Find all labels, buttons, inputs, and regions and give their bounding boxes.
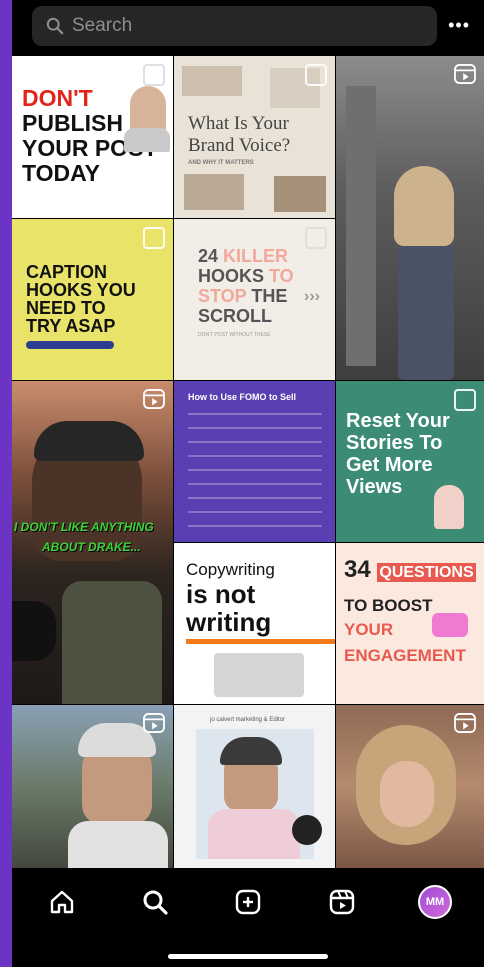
grid-post-jo-calvert[interactable]: jo calvert marketing & Editor <box>174 705 335 868</box>
video-caption: ABOUT DRAKE... <box>42 540 141 554</box>
chat-bubble-icon <box>432 613 468 637</box>
post-text-line: SCROLL <box>198 306 272 326</box>
elevator-wall <box>346 86 376 366</box>
post-text-line: HOOKS TO <box>198 266 294 286</box>
post-text-line: Get More <box>346 454 433 476</box>
person-shirt <box>208 809 300 859</box>
photo-collage <box>184 174 244 210</box>
carousel-icon <box>143 64 165 86</box>
text-lines <box>188 413 322 531</box>
grid-post-fomo[interactable]: How to Use FOMO to Sell <box>174 381 335 542</box>
microphone <box>12 601 56 661</box>
profile-avatar: MM <box>418 885 452 919</box>
top-bar: Search ••• <box>12 0 484 56</box>
home-indicator <box>168 954 328 959</box>
post-text-line: TODAY <box>22 160 100 186</box>
grid-post-caption-hooks[interactable]: CAPTION HOOKS YOU NEED TO TRY ASAP <box>12 219 173 380</box>
carousel-icon <box>305 227 327 249</box>
post-text-line: 34 QUESTIONS <box>344 556 476 583</box>
photo-collage <box>182 66 242 96</box>
accent-line <box>186 639 335 644</box>
post-text-line: ENGAGEMENT <box>344 646 466 665</box>
photo-collage <box>274 176 326 212</box>
nav-profile[interactable]: MM <box>417 884 453 920</box>
grid-post-killer-hooks[interactable]: 24 KILLER HOOKS TO STOP THE SCROLL ››› D… <box>174 219 335 380</box>
person-jeans <box>398 246 454 380</box>
carousel-icon <box>305 64 327 86</box>
reels-icon <box>329 889 355 915</box>
person-image <box>394 166 454 246</box>
grid-post-brand-voice[interactable]: What Is Your Brand Voice? AND WHY IT MAT… <box>174 56 335 218</box>
nav-create[interactable] <box>230 884 266 920</box>
person-hat <box>34 421 144 461</box>
reel-icon <box>143 713 165 733</box>
search-icon <box>46 17 64 35</box>
grid-post-helmet-reel[interactable] <box>12 705 173 868</box>
grid-post-drake-reel[interactable]: I DON'T LIKE ANYTHING ABOUT DRAKE... <box>12 381 173 704</box>
create-icon <box>235 889 261 915</box>
post-text-line: PUBLISH <box>22 110 123 136</box>
post-subtitle: AND WHY IT MATTERS <box>188 160 254 166</box>
post-text-line: 24 KILLER <box>198 246 289 266</box>
post-text-line: STOP THE <box>198 286 288 306</box>
post-subtitle: DON'T POST WITHOUT THESE <box>198 332 271 338</box>
search-placeholder: Search <box>72 15 133 36</box>
nav-home[interactable] <box>44 884 80 920</box>
post-title: How to Use FOMO to Sell <box>188 392 297 402</box>
post-text-line: TRY ASAP <box>26 316 116 336</box>
reel-icon <box>143 389 165 409</box>
reel-icon <box>454 64 476 84</box>
search-icon <box>143 890 168 915</box>
grid-post-reset-stories[interactable]: Reset Your Stories To Get More Views <box>336 381 484 542</box>
search-bar[interactable]: Search <box>32 6 437 46</box>
laptop-image <box>214 653 304 697</box>
grid-post-elevator-reel[interactable] <box>336 56 484 380</box>
post-tag-pill <box>26 341 114 349</box>
grid-post-dont-publish[interactable]: DON'T PUBLISH YOUR POST TODAY <box>12 56 173 218</box>
grid-post-copywriting[interactable]: Copywriting is not writing <box>174 543 335 704</box>
arrow-icon: ››› <box>304 288 320 305</box>
reel-icon <box>454 713 476 733</box>
grid-post-woman-reel[interactable] <box>336 705 484 868</box>
post-text-line: Views <box>346 476 403 498</box>
nav-reels[interactable] <box>324 884 360 920</box>
person-shirt <box>68 821 168 868</box>
video-caption: I DON'T LIKE ANYTHING <box>14 520 154 534</box>
post-text-line: Brand Voice? <box>188 135 291 156</box>
home-icon <box>50 890 74 914</box>
person-shirt <box>124 128 170 152</box>
carousel-icon <box>454 389 476 411</box>
post-text-line: DON'T <box>22 85 93 111</box>
post-text-line: Copywriting <box>186 560 275 579</box>
post-text-line: YOUR <box>344 620 394 639</box>
post-text-line: Stories To <box>346 432 443 454</box>
post-text-line: writing <box>186 607 272 637</box>
phone-screen: Search ••• DON'T PUBLISH YOUR POST TODAY… <box>12 0 484 967</box>
post-header: jo calvert marketing & Editor <box>210 717 286 723</box>
nav-search[interactable] <box>137 884 173 920</box>
grid-post-34-questions[interactable]: 34 QUESTIONS TO BOOST YOUR ENGAGEMENT <box>336 543 484 704</box>
post-text-line: is not <box>186 579 256 609</box>
person-image <box>380 761 434 827</box>
post-text-line: What Is Your <box>188 113 289 134</box>
person-image <box>434 485 464 529</box>
subscribe-badge <box>292 815 322 845</box>
person-jacket <box>62 581 162 704</box>
more-options-icon[interactable]: ••• <box>448 15 470 36</box>
bottom-nav: MM <box>12 868 484 967</box>
post-text-line: Reset Your <box>346 410 450 432</box>
post-text-line: TO BOOST <box>344 596 433 615</box>
carousel-icon <box>143 227 165 249</box>
